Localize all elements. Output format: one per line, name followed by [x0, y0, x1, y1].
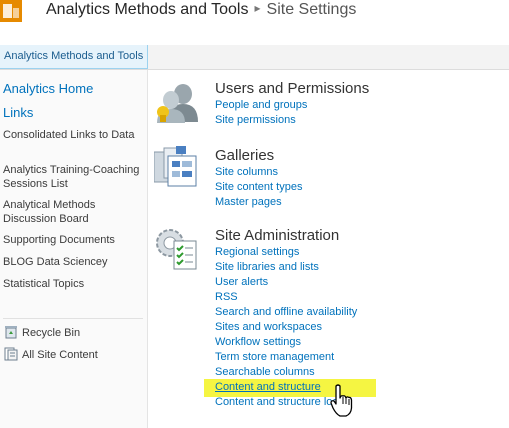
recycle-bin-icon [5, 326, 17, 339]
leftnav-item-training-sessions[interactable]: Analytics Training-Coaching Sessions Lis… [3, 163, 143, 191]
leftnav-item-discussion-board[interactable]: Analytical Methods Discussion Board [3, 198, 143, 226]
leftnav-heading-analytics-home[interactable]: Analytics Home [3, 81, 93, 96]
quick-launch-nav: Analytics Home Links Consolidated Links … [0, 70, 148, 428]
galleries-icon [154, 146, 197, 187]
site-logo-icon[interactable] [0, 0, 22, 22]
link-content-and-structure-logs[interactable]: Content and structure logs [215, 396, 344, 408]
breadcrumb-separator-icon: ▸ [254, 1, 261, 15]
link-searchable-columns[interactable]: Searchable columns [215, 366, 315, 378]
leftnav-divider [3, 318, 143, 319]
users-permissions-icon [157, 84, 198, 123]
link-site-content-types[interactable]: Site content types [215, 181, 302, 193]
site-administration-icon [156, 229, 197, 270]
link-site-permissions[interactable]: Site permissions [215, 114, 296, 126]
topnav-tab-home[interactable]: Analytics Methods and Tools [0, 45, 149, 69]
link-term-store-management[interactable]: Term store management [215, 351, 334, 363]
recycle-bin-label: Recycle Bin [22, 327, 81, 339]
link-master-pages[interactable]: Master pages [215, 196, 282, 208]
link-sites-and-workspaces[interactable]: Sites and workspaces [215, 321, 322, 333]
link-site-columns[interactable]: Site columns [215, 166, 278, 178]
top-navigation-bar: Analytics Methods and Tools [0, 45, 509, 70]
link-workflow-settings[interactable]: Workflow settings [215, 336, 301, 348]
leftnav-item-supporting-documents[interactable]: Supporting Documents [3, 233, 143, 247]
link-people-and-groups[interactable]: People and groups [215, 99, 307, 111]
breadcrumb: Analytics Methods and Tools ▸ Site Setting… [46, 1, 356, 19]
hand-pointer-cursor-icon [330, 384, 353, 417]
section-title-users-permissions: Users and Permissions [215, 80, 370, 97]
section-title-site-administration: Site Administration [215, 227, 340, 244]
page-title: Site Settings [266, 1, 357, 18]
link-content-and-structure[interactable]: Content and structure [215, 381, 321, 393]
site-title-link[interactable]: Analytics Methods and Tools [46, 1, 248, 18]
leftnav-heading-links[interactable]: Links [3, 105, 33, 120]
section-title-galleries: Galleries [215, 147, 275, 164]
link-site-libraries-and-lists[interactable]: Site libraries and lists [215, 261, 319, 273]
leftnav-item-consolidated-links[interactable]: Consolidated Links to Data [3, 128, 143, 142]
link-regional-settings[interactable]: Regional settings [215, 246, 299, 258]
all-site-content-label: All Site Content [22, 349, 98, 361]
leftnav-item-blog[interactable]: BLOG Data Sciencey [3, 255, 143, 269]
all-site-content-link[interactable]: All Site Content [4, 347, 98, 361]
link-search-offline-availability[interactable]: Search and offline availability [215, 306, 357, 318]
link-rss[interactable]: RSS [215, 291, 238, 303]
site-content-icon [4, 347, 18, 361]
leftnav-item-statistical-topics[interactable]: Statistical Topics [3, 277, 143, 291]
link-user-alerts[interactable]: User alerts [215, 276, 268, 288]
recycle-bin-link[interactable]: Recycle Bin [4, 325, 80, 339]
